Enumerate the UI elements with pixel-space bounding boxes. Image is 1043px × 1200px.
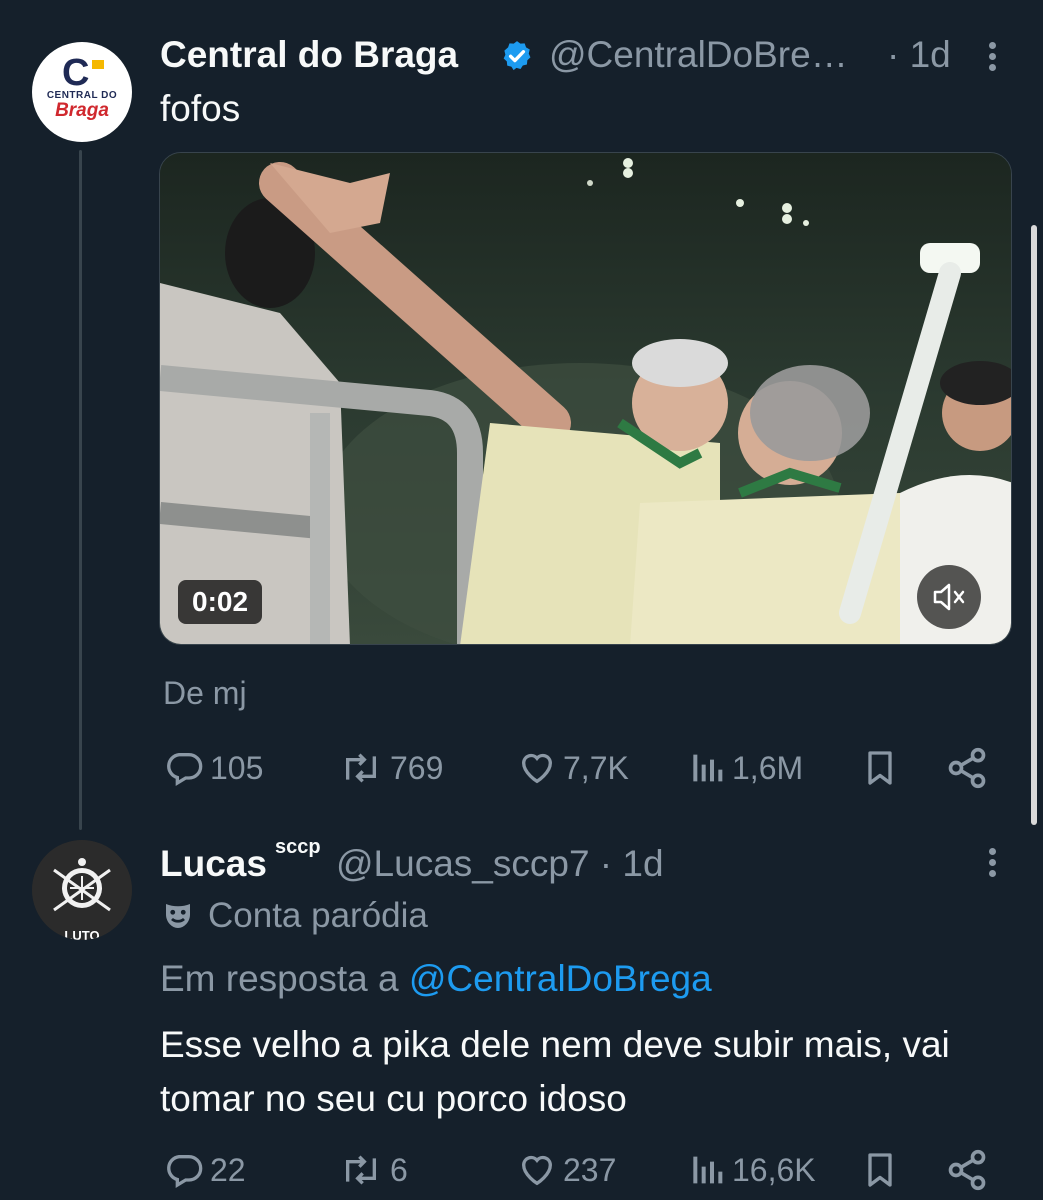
reply-count: 22 <box>210 1151 246 1188</box>
repost-button[interactable]: 769 <box>336 748 443 788</box>
avatar-label: LUTO <box>64 928 100 940</box>
like-button[interactable]: 7,7K <box>515 748 629 788</box>
reply-mention-link[interactable]: @CentralDoBrega <box>409 958 712 999</box>
more-options-icon[interactable] <box>980 846 1004 882</box>
reply-count: 105 <box>210 749 264 786</box>
view-count: 16,6K <box>732 1151 816 1188</box>
heart-icon <box>521 753 553 784</box>
repost-icon <box>346 1155 376 1185</box>
repost-count: 6 <box>390 1151 408 1188</box>
like-count: 237 <box>563 1151 617 1188</box>
tweet-text: Esse velho a pika dele nem deve subir ma… <box>160 1024 950 1119</box>
views-chart-icon <box>693 1156 723 1184</box>
like-button[interactable]: 237 <box>515 1150 616 1190</box>
parody-account-label[interactable]: Conta paródia <box>160 896 428 936</box>
reply-context: Em resposta a @CentralDoBrega <box>160 958 712 1000</box>
share-icon[interactable] <box>945 1148 989 1192</box>
tweet-text: fofos <box>160 88 241 129</box>
handle-and-time[interactable]: @Lucas_sccp7 · 1d <box>336 843 664 885</box>
display-name-superscript: sccp <box>275 836 321 858</box>
mute-button[interactable] <box>917 565 981 629</box>
more-options-icon[interactable] <box>980 40 1004 76</box>
avatar[interactable]: LUTO <box>32 840 132 940</box>
share-icon[interactable] <box>945 746 989 790</box>
views-button[interactable]: 16,6K <box>686 1150 816 1190</box>
reply-icon <box>167 753 203 786</box>
muted-speaker-icon <box>933 583 965 611</box>
thread-line <box>79 150 82 830</box>
logo-c-letter: C <box>62 52 90 94</box>
avatar-logo-line2: Braga <box>55 100 109 121</box>
media-attribution[interactable]: De mj <box>163 675 247 712</box>
like-count: 7,7K <box>563 749 629 786</box>
reply-icon <box>167 1155 203 1188</box>
video-duration-badge: 0:02 <box>178 580 263 624</box>
video-player[interactable] <box>159 152 1012 645</box>
view-count: 1,6M <box>732 749 804 786</box>
avatar[interactable]: C CENTRAL DO Braga <box>32 42 132 142</box>
reply-button[interactable]: 105 <box>162 748 263 788</box>
handle[interactable]: @CentralDoBre… <box>549 34 848 76</box>
parody-label-text: Conta paródia <box>208 896 428 935</box>
display-name[interactable]: Lucas <box>160 843 267 885</box>
views-chart-icon <box>693 754 723 782</box>
timestamp[interactable]: · 1d <box>887 34 951 76</box>
theater-mask-icon <box>166 904 190 928</box>
display-name[interactable]: Central do Braga <box>160 34 458 76</box>
logo-accent <box>92 60 104 69</box>
verified-badge-icon <box>503 41 531 71</box>
club-crest-icon <box>32 840 132 940</box>
heart-icon <box>521 1155 553 1186</box>
views-button[interactable]: 1,6M <box>686 748 803 788</box>
repost-button[interactable]: 6 <box>336 1150 408 1190</box>
bookmark-icon[interactable] <box>860 1148 900 1192</box>
scrollbar[interactable] <box>1031 225 1037 825</box>
bookmark-icon[interactable] <box>860 746 900 790</box>
video-frame <box>160 153 1011 644</box>
repost-count: 769 <box>390 749 444 786</box>
reply-button[interactable]: 22 <box>162 1150 246 1190</box>
repost-icon <box>346 753 376 783</box>
reply-prefix: Em resposta a <box>160 958 409 999</box>
